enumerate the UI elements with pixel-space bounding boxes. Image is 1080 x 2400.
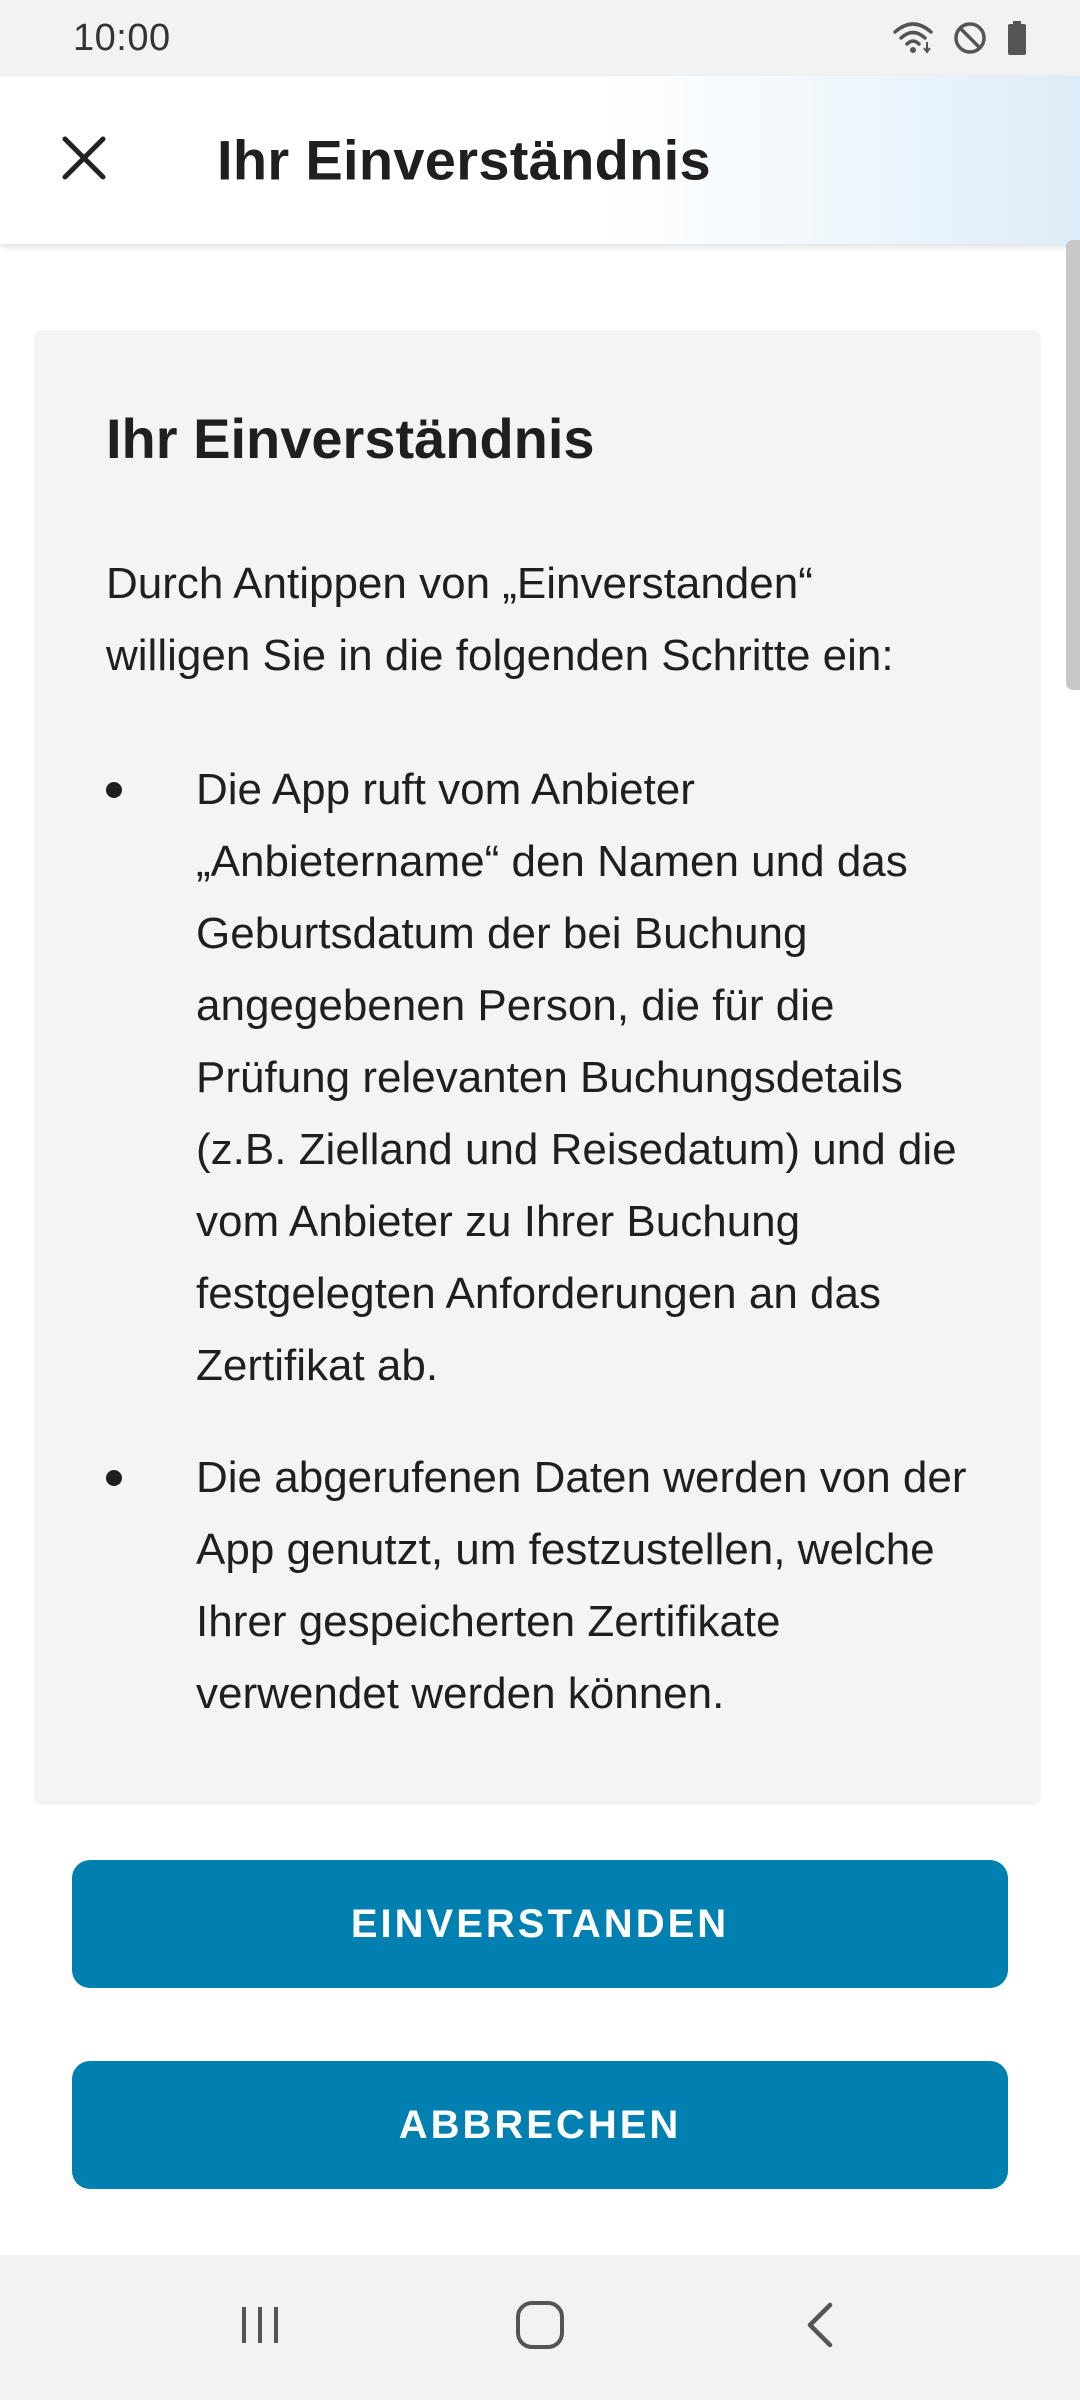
bullet-icon — [106, 781, 122, 798]
consent-steps-list: Die App ruft vom Anbieter „Anbietername“… — [106, 754, 969, 1730]
wifi-icon — [892, 20, 934, 56]
recent-apps-button[interactable] — [200, 2268, 320, 2388]
status-icons — [892, 20, 1028, 56]
home-button[interactable] — [480, 2268, 600, 2388]
battery-icon — [1006, 20, 1028, 56]
system-nav-bar — [0, 2255, 1080, 2400]
app-bar-title: Ihr Einverständnis — [217, 128, 711, 192]
status-bar: 10:00 — [0, 0, 1080, 76]
back-button[interactable] — [760, 2268, 880, 2388]
do-not-disturb-icon — [952, 20, 988, 56]
back-icon — [800, 2299, 840, 2356]
consent-card[interactable]: Ihr Einverständnis Durch Antippen von „E… — [34, 330, 1041, 1805]
recent-apps-icon — [236, 2301, 284, 2354]
list-item-text: Die App ruft vom Anbieter „Anbietername“… — [196, 764, 957, 1390]
close-button[interactable] — [40, 116, 128, 204]
intro-text: Durch Antippen von „Einverstanden“ willi… — [106, 558, 894, 680]
home-icon — [514, 2299, 566, 2356]
agree-button[interactable]: EINVERSTANDEN — [72, 1860, 1008, 1988]
status-time: 10:00 — [73, 16, 171, 59]
close-icon — [61, 135, 107, 186]
app-bar: Ihr Einverständnis — [0, 76, 1080, 244]
list-item: Die App ruft vom Anbieter „Anbietername“… — [106, 754, 969, 1402]
list-item-text: Die abgerufenen Daten werden von der App… — [196, 1452, 967, 1718]
card-heading: Ihr Einverständnis — [106, 407, 595, 470]
list-item: Die abgerufenen Daten werden von der App… — [106, 1442, 969, 1730]
bullet-icon — [106, 1469, 122, 1486]
cancel-button[interactable]: ABBRECHEN — [72, 2061, 1008, 2189]
scrollbar[interactable] — [1066, 240, 1080, 690]
